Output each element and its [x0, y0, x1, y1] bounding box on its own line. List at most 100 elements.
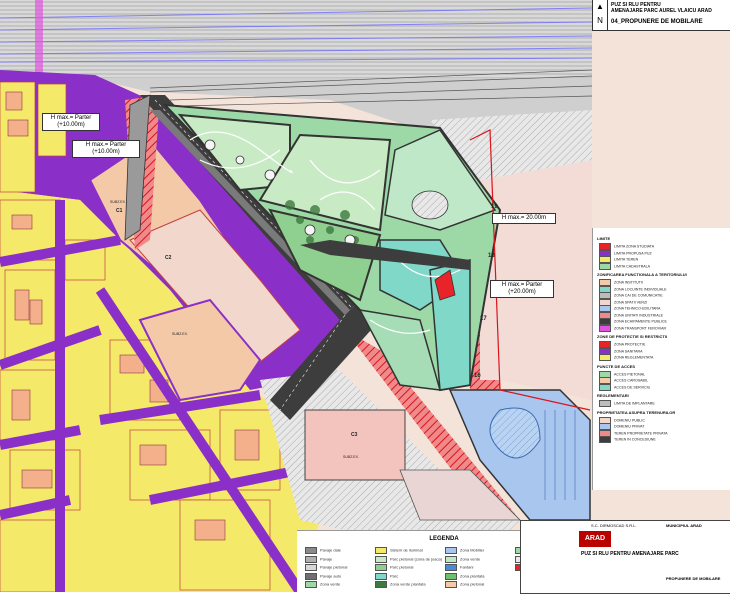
bottom-legend-label: Zona verde: [320, 581, 341, 587]
bottom-legend-swatch: [375, 572, 387, 580]
legend-item-label: TEREN IN CONCESIUNE: [614, 437, 656, 442]
bottom-legend-swatch: [445, 564, 457, 571]
legend-group-heading: ZONIFICAREA FUNCTIONALA A TERITORIULUI: [597, 272, 687, 277]
title-block: ▲ N PUZ SI RLU PENTRU AMENAJARE PARC AURE…: [592, 0, 730, 31]
bottom-legend-item: Fantani: [445, 564, 473, 571]
bottom-legend-swatch: [375, 555, 387, 563]
legend-item-label: LIMITA PROPUSA PUZ: [614, 250, 652, 255]
bottom-legend-item: Parc pietonal: [375, 564, 413, 571]
legend-item-label: LIMITA DE IMPLANTARE: [614, 401, 655, 406]
bottom-legend-swatch: [375, 547, 387, 554]
lot-number-19: 19: [491, 204, 498, 210]
bottom-legend-label: Pavaje auto: [320, 573, 342, 579]
bottom-legend-label: Sistem de iluminat: [390, 547, 423, 553]
bottom-legend-item: Zona plantata: [445, 572, 485, 580]
stamp-project: PUZ SI RLU PENTRU AMENAJARE PARC: [581, 551, 679, 557]
bottom-legend-swatch: [305, 547, 317, 554]
bottom-legend-item: Zona Mobilier: [445, 547, 484, 554]
building-c3: [304, 409, 406, 481]
legend-group-heading: ZONE DE PROTECTIE SI RESTRICTII: [597, 334, 668, 339]
bottom-legend-swatch: [375, 581, 387, 588]
bottom-legend-item: Pavaje dale: [305, 547, 341, 554]
zone-label-c3: C3: [351, 432, 358, 438]
sheet-title: 04_PROPUNERE DE MOBILARE: [611, 19, 703, 25]
lot-number-18: 18: [488, 253, 495, 259]
bottom-legend-item: Zona verde: [305, 581, 340, 588]
legend-item-label: ZONA INSTITUTII: [614, 280, 643, 285]
legend-group-heading: REGLEMENTARI: [597, 393, 629, 398]
legend-item-label: ZONA CAI DE COMUNICATIE: [614, 293, 663, 298]
height-label-3: H max.= 20.00m: [492, 213, 556, 224]
legend-item-label: ZONA UNITATI INDUSTRIALE: [614, 312, 663, 317]
legend-swatch: [599, 324, 611, 332]
zone-label-c1: C1: [116, 208, 123, 214]
zone-label-subz-2: SUBZ.EX.: [172, 332, 188, 336]
legend-item-label: ZONA SPATII VERZI: [614, 299, 648, 304]
legend-item-label: ACCES DE SERVICIU: [614, 384, 651, 389]
legend-swatch: [599, 383, 611, 391]
zone-label-c2: C2: [165, 255, 172, 261]
zone-label-subz-1: SUBZ.EX.: [110, 200, 126, 204]
stamp-firm: S.C. DIRMOSCAD S.R.L.: [591, 523, 637, 528]
bottom-legend-label: Zona plantata: [460, 573, 485, 579]
legend-item: ACCES DE SERVICIU: [599, 383, 651, 391]
north-arrow-icon: ▲ N: [593, 0, 608, 30]
bottom-legend-label: Zona verde plantata: [390, 581, 426, 587]
bottom-legend-swatch: [305, 564, 317, 571]
bottom-legend-swatch: [305, 555, 317, 563]
height-label-1: H max.= Parter (+10.00m): [42, 113, 100, 131]
legend-panel: LIMITE LIMITA ZONA STUDIATA LIMITA PROPUSA…: [592, 228, 730, 490]
legend-item-label: LIMITA CADASTRALA: [614, 263, 651, 268]
stamp-sheet-title: PROPUNERE DE MOBILARE: [666, 576, 721, 581]
legend-item-label: LIMITA TEREN: [614, 257, 639, 262]
bottom-legend-swatch: [445, 581, 457, 588]
legend-item: TEREN IN CONCESIUNE: [599, 436, 656, 443]
legend-item-label: ZONA TRANSPORT FEROVIAR: [614, 325, 667, 330]
bottom-legend-swatch: [445, 572, 457, 580]
legend-swatch: [599, 436, 611, 443]
bottom-legend-swatch: [375, 564, 387, 571]
bottom-legend-label: Pavaje pietonal: [320, 564, 348, 570]
legend-item-label: ZONA SANITARA: [614, 348, 643, 353]
legend-item-label: TEREN PROPRIETATE PRIVATA: [614, 430, 668, 435]
legend-group-heading: PUNCTE DE ACCES: [597, 363, 636, 369]
height-label-2: H max.= Parter (+10.00m): [72, 140, 140, 158]
bottom-legend-label: Pavaje: [320, 556, 333, 562]
legend-swatch: [599, 400, 611, 407]
legend-item-label: ZONA ECHIPAMENTE PUBLICE: [614, 319, 667, 324]
legend-item-label: ZONA REGLEMENTATA: [614, 355, 654, 360]
legend-item-label: ZONA TEHNICO-EDILITARA: [614, 306, 661, 311]
bottom-legend-item: Parc: [375, 572, 399, 580]
bottom-legend-label: Parc: [390, 573, 399, 579]
bottom-legend-label: Zona Mobilier: [460, 547, 485, 553]
bottom-legend-label: Parc pietonal (zona de joaca): [390, 556, 443, 562]
bottom-legend-item: Zona verde plantata: [375, 581, 426, 588]
bottom-legend-item: Sistem de iluminat: [375, 547, 423, 554]
height-label-4: H max.= Parter (+20.00m): [490, 280, 554, 298]
bottom-legend-label: Zona pietonal: [460, 581, 485, 587]
bottom-legend-swatch: [445, 547, 457, 554]
bottom-legend-label: Pavaje dale: [320, 547, 341, 553]
legend-item-label: DOMENIU PUBLIC: [614, 417, 645, 422]
legend-item: LIMITA DE IMPLANTARE: [599, 400, 655, 407]
title-line-2: AMENAJARE PARC AUREL VLAICU ARAD: [611, 8, 712, 14]
lot-number-17: 17: [480, 316, 487, 322]
bottom-legend-item: Zona pietonal: [445, 581, 484, 588]
bottom-legend-swatch: [305, 572, 317, 580]
legend-item: ZONA TRANSPORT FEROVIAR: [599, 324, 667, 332]
legend-item-label: DOMENIU PRIVAT: [614, 424, 645, 429]
legend-swatch: [599, 354, 611, 361]
zone-label-subz-3: SUBZ.EX.: [343, 455, 359, 459]
legend-item-label: ZONA PROTECTIE: [614, 342, 646, 347]
legend-group-heading: LIMITE: [597, 236, 611, 241]
legend-group-heading: PROPRIETATEA ASUPRA TERENURILOR: [597, 409, 676, 415]
bottom-legend-item: Parc pietonal (zona de joaca): [375, 555, 443, 563]
legend-item: LIMITA CADASTRALA: [599, 262, 651, 270]
bottom-legend-swatch: [305, 581, 317, 588]
stamp-client: MUNICIPIUL ARAD: [666, 523, 702, 528]
legend-item-label: LIMITA ZONA STUDIATA: [614, 244, 655, 249]
legend-item: ZONA REGLEMENTATA: [599, 354, 653, 361]
legend-item-label: ACCES CAROSABIL: [614, 378, 648, 383]
bottom-legend-item: Pavaje auto: [305, 572, 342, 580]
legend-item-label: ZONA LOCUINTE INDIVIDUALE: [614, 286, 667, 291]
